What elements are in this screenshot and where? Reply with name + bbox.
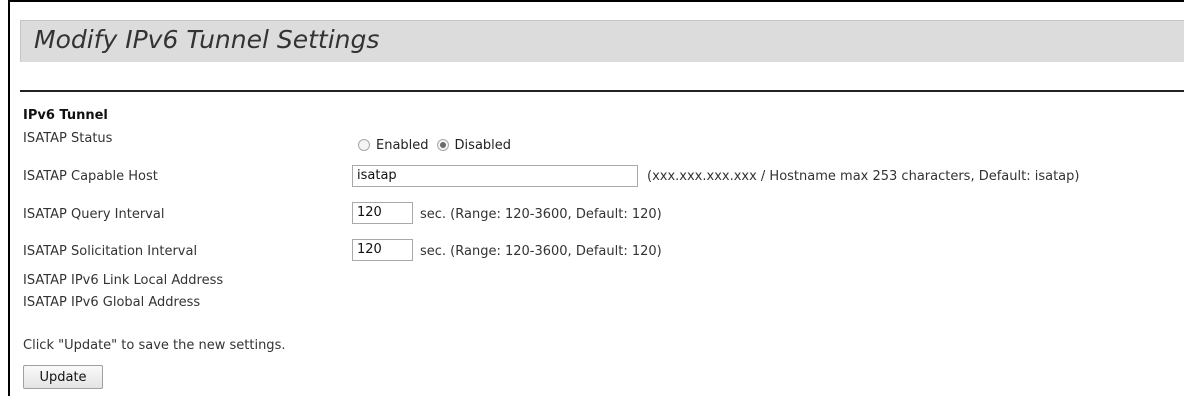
link-local-address-label: ISATAP IPv6 Link Local Address <box>23 273 224 288</box>
isatap-solicitation-interval-label: ISATAP Solicitation Interval <box>23 244 198 259</box>
solicitation-interval-hint: sec. (Range: 120-3600, Default: 120) <box>420 244 662 259</box>
isatap-status-label: ISATAP Status <box>23 131 113 146</box>
page-title-bar: Modify IPv6 Tunnel Settings <box>20 20 1184 62</box>
status-enabled-radio[interactable] <box>358 139 370 151</box>
query-interval-input[interactable]: 120 <box>352 202 413 224</box>
query-interval-hint: sec. (Range: 120-3600, Default: 120) <box>420 207 662 222</box>
solicitation-interval-input[interactable]: 120 <box>352 239 413 261</box>
capable-host-input[interactable]: isatap <box>352 165 638 187</box>
section-divider <box>20 90 1184 92</box>
page-title: Modify IPv6 Tunnel Settings <box>34 25 380 54</box>
isatap-query-interval-label: ISATAP Query Interval <box>23 207 165 222</box>
isatap-capable-host-label: ISATAP Capable Host <box>23 169 158 184</box>
update-button[interactable]: Update <box>23 365 103 389</box>
status-enabled-label[interactable]: Enabled <box>376 138 429 153</box>
status-disabled-radio[interactable] <box>436 139 449 151</box>
status-disabled-label[interactable]: Disabled <box>455 138 511 153</box>
isatap-status-radio-group: Enabled Disabled <box>358 135 519 155</box>
update-instruction: Click "Update" to save the new settings. <box>23 338 286 353</box>
capable-host-hint: (xxx.xxx.xxx.xxx / Hostname max 253 char… <box>647 169 1080 184</box>
section-heading: IPv6 Tunnel <box>23 108 108 123</box>
global-address-label: ISATAP IPv6 Global Address <box>23 295 201 310</box>
